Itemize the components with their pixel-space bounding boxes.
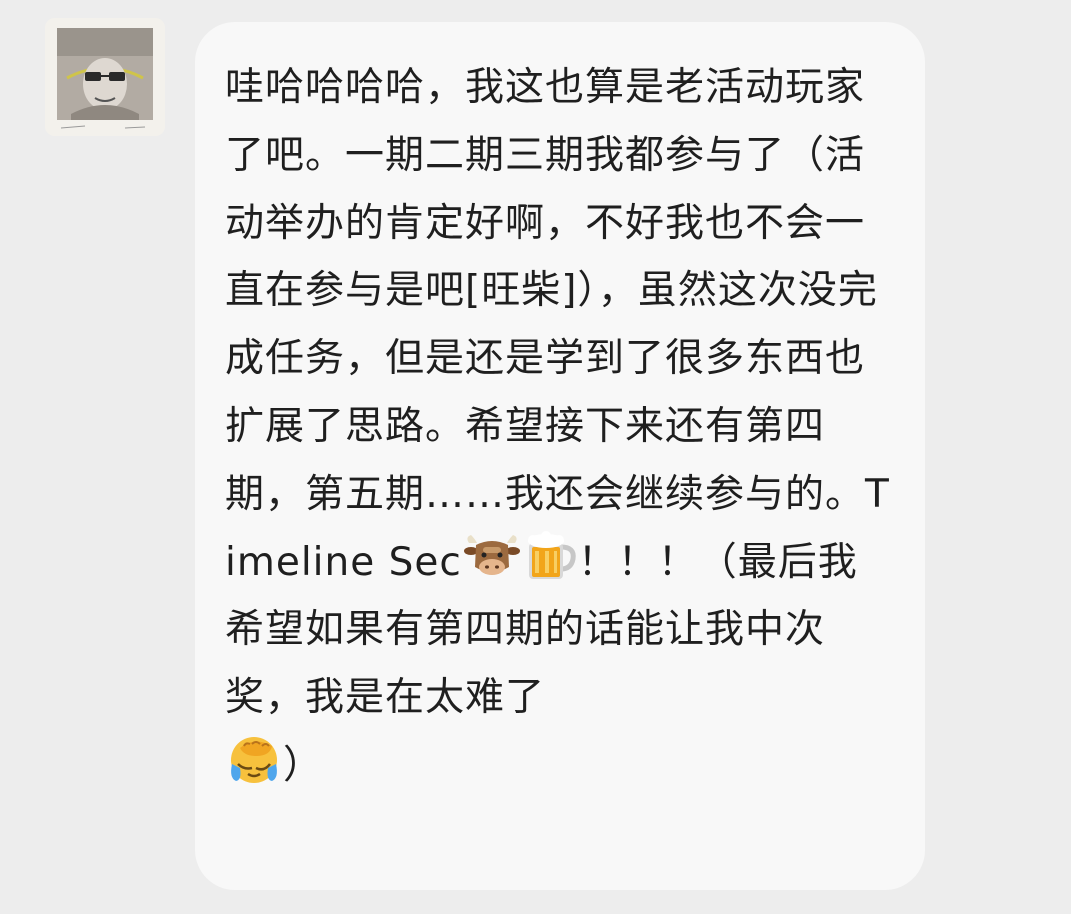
beer-mug-icon — [523, 530, 577, 581]
face-palm-crying-icon — [226, 734, 282, 784]
avatar-image — [45, 18, 165, 136]
message-text-part-3: ） — [283, 742, 324, 788]
message-text-part-1: 哇哈哈哈哈，我这也算是老活动玩家了吧。一期二期三期我都参与了（活动举办的肯定好啊… — [225, 65, 890, 585]
cow-face-icon — [463, 533, 521, 581]
message-text: 哇哈哈哈哈，我这也算是老活动玩家了吧。一期二期三期我都参与了（活动举办的肯定好啊… — [225, 54, 897, 800]
sender-avatar[interactable] — [45, 18, 165, 136]
message-bubble[interactable]: 哇哈哈哈哈，我这也算是老活动玩家了吧。一期二期三期我都参与了（活动举办的肯定好啊… — [195, 22, 925, 890]
